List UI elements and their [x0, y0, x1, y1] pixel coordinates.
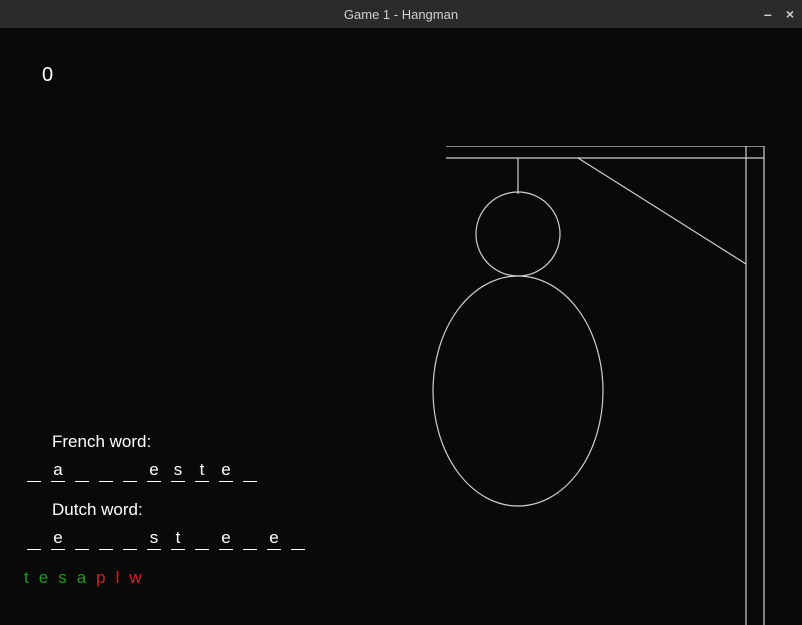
- letter-slot: [190, 528, 214, 550]
- slot-underline: [171, 481, 185, 482]
- slot-letter: e: [221, 528, 230, 548]
- app-window: Game 1 - Hangman – × 0: [0, 0, 802, 625]
- minimize-icon[interactable]: –: [764, 7, 772, 21]
- slot-underline: [123, 549, 137, 550]
- letter-slot: [22, 528, 46, 550]
- letter-slot: e: [46, 528, 70, 550]
- word-label: French word:: [52, 432, 310, 452]
- slot-underline: [147, 481, 161, 482]
- letter-slot: e: [262, 528, 286, 550]
- slot-underline: [219, 549, 233, 550]
- slot-letter: e: [53, 528, 62, 548]
- slot-underline: [195, 549, 209, 550]
- letter-slot: t: [166, 528, 190, 550]
- words-block: French word:aesteDutch word:esteetesaplw: [22, 432, 310, 588]
- word-row: aeste: [22, 460, 310, 482]
- slot-underline: [51, 481, 65, 482]
- slot-underline: [147, 549, 161, 550]
- score-value: 0: [42, 64, 53, 87]
- slot-letter: t: [200, 460, 205, 480]
- word-label: Dutch word:: [52, 500, 310, 520]
- guess-wrong: w: [129, 568, 141, 588]
- slot-letter: e: [221, 460, 230, 480]
- guess-wrong: l: [116, 568, 120, 588]
- slot-underline: [267, 549, 281, 550]
- slot-underline: [243, 481, 257, 482]
- slot-underline: [99, 549, 113, 550]
- letter-slot: [70, 460, 94, 482]
- guess-correct: t: [24, 568, 29, 588]
- slot-underline: [243, 549, 257, 550]
- slot-letter: t: [176, 528, 181, 548]
- game-area[interactable]: 0 French word:aesteDutch word:es: [0, 28, 802, 625]
- letter-slot: [238, 460, 262, 482]
- slot-underline: [171, 549, 185, 550]
- letter-slot: [22, 460, 46, 482]
- slot-underline: [75, 481, 89, 482]
- slot-letter: e: [269, 528, 278, 548]
- slot-letter: e: [149, 460, 158, 480]
- letter-slot: e: [142, 460, 166, 482]
- titlebar[interactable]: Game 1 - Hangman – ×: [0, 0, 802, 28]
- slot-underline: [27, 481, 41, 482]
- letter-slot: [118, 528, 142, 550]
- letter-slot: [286, 528, 310, 550]
- slot-underline: [99, 481, 113, 482]
- slot-letter: s: [174, 460, 183, 480]
- guesses-row: tesaplw: [24, 568, 310, 588]
- letter-slot: [94, 528, 118, 550]
- letter-slot: s: [142, 528, 166, 550]
- letter-slot: e: [214, 528, 238, 550]
- letter-slot: s: [166, 460, 190, 482]
- letter-slot: a: [46, 460, 70, 482]
- slot-underline: [27, 549, 41, 550]
- slot-underline: [123, 481, 137, 482]
- letter-slot: [94, 460, 118, 482]
- slot-underline: [219, 481, 233, 482]
- slot-letter: a: [53, 460, 62, 480]
- guess-correct: a: [77, 568, 86, 588]
- slot-underline: [51, 549, 65, 550]
- word-row: e st e e: [22, 528, 310, 550]
- guess-correct: e: [39, 568, 48, 588]
- slot-underline: [195, 481, 209, 482]
- letter-slot: t: [190, 460, 214, 482]
- hangman-gallows: [426, 146, 776, 625]
- letter-slot: [70, 528, 94, 550]
- letter-slot: [118, 460, 142, 482]
- slot-underline: [75, 549, 89, 550]
- slot-underline: [291, 549, 305, 550]
- window-title: Game 1 - Hangman: [344, 7, 458, 22]
- guess-wrong: p: [96, 568, 105, 588]
- slot-letter: s: [150, 528, 159, 548]
- guess-correct: s: [58, 568, 67, 588]
- letter-slot: [238, 528, 262, 550]
- close-icon[interactable]: ×: [786, 7, 794, 21]
- letter-slot: e: [214, 460, 238, 482]
- titlebar-controls: – ×: [764, 0, 794, 28]
